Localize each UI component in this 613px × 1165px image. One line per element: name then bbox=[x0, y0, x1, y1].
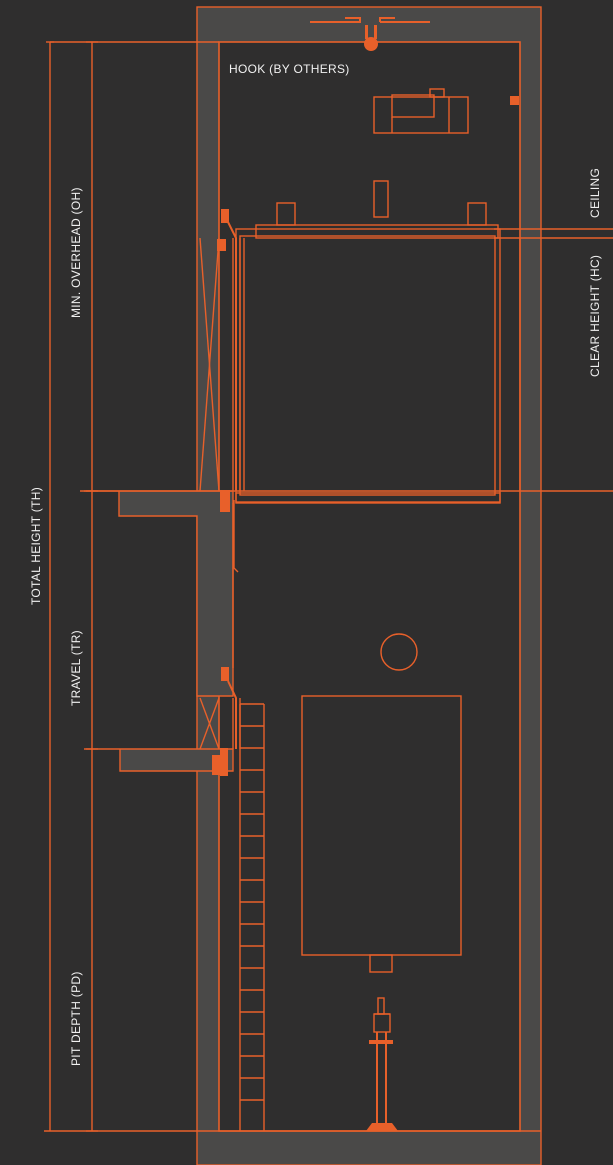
total-height-label: TOTAL HEIGHT (TH) bbox=[29, 487, 43, 605]
upper-floor-slab bbox=[84, 490, 234, 697]
ceiling-label: CEILING bbox=[588, 168, 602, 218]
travel-label: TRAVEL (TR) bbox=[69, 630, 83, 706]
pit-depth-label: PIT DEPTH (PD) bbox=[69, 971, 83, 1066]
diagram-canvas: HOOK (BY OTHERS) CEILING CLEAR HEIGHT (H… bbox=[29, 6, 613, 1165]
lower-floor-slab bbox=[84, 748, 234, 772]
min-overhead-dimension bbox=[86, 41, 98, 492]
pit-depth-dimension bbox=[86, 749, 98, 1132]
travel-dimension bbox=[86, 491, 98, 750]
min-overhead-label: MIN. OVERHEAD (OH) bbox=[69, 187, 83, 318]
clear-height-label: CLEAR HEIGHT (HC) bbox=[588, 255, 602, 377]
control-box bbox=[510, 96, 519, 105]
total-height-dimension bbox=[46, 41, 54, 1131]
hook-label: HOOK (BY OTHERS) bbox=[229, 62, 350, 76]
elevator-shaft-section-diagram: HOOK (BY OTHERS) CEILING CLEAR HEIGHT (H… bbox=[0, 0, 613, 1165]
